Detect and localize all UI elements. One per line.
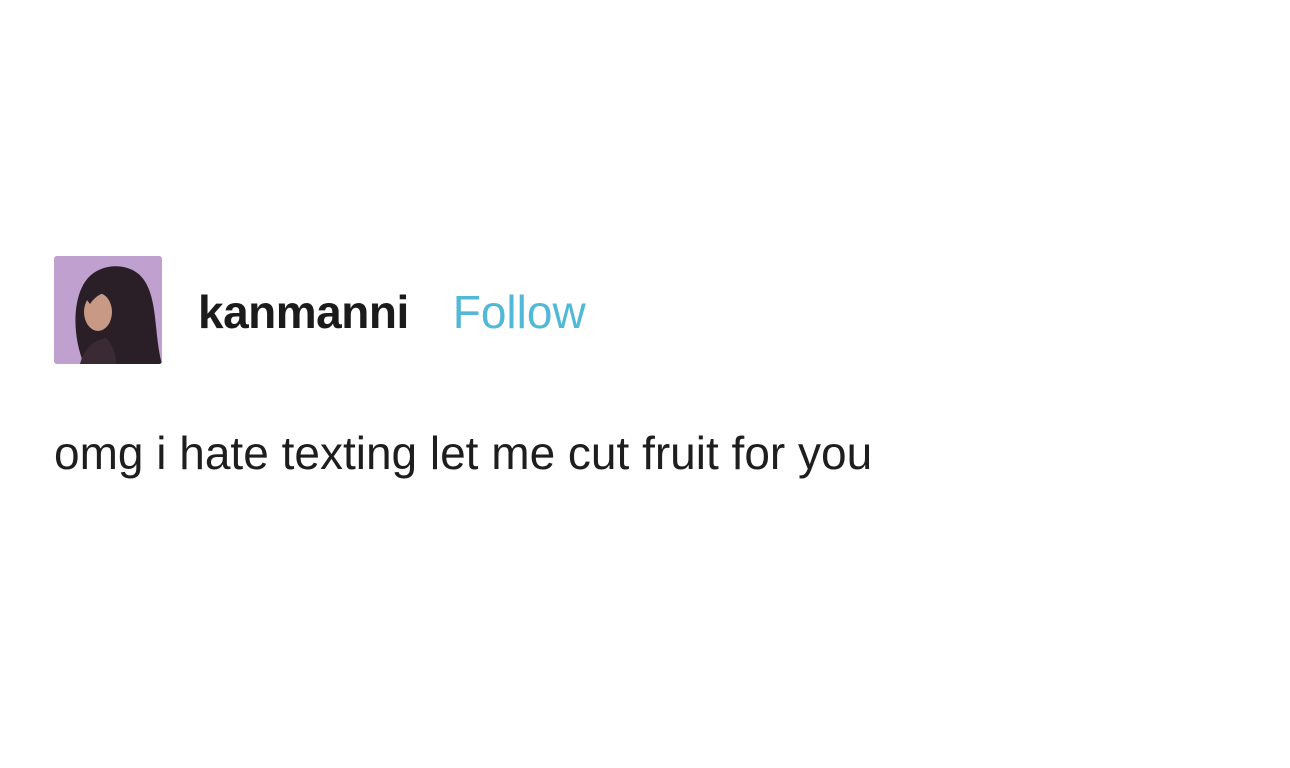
post-text: omg i hate texting let me cut fruit for … xyxy=(54,427,873,479)
follow-button[interactable]: Follow xyxy=(453,289,586,335)
username[interactable]: kanmanni xyxy=(198,289,409,335)
tumblr-post: kanmanni Follow omg i hate texting let m… xyxy=(0,0,1290,768)
post-header: kanmanni Follow xyxy=(54,256,586,364)
avatar-image xyxy=(54,256,162,364)
avatar[interactable] xyxy=(54,256,162,364)
